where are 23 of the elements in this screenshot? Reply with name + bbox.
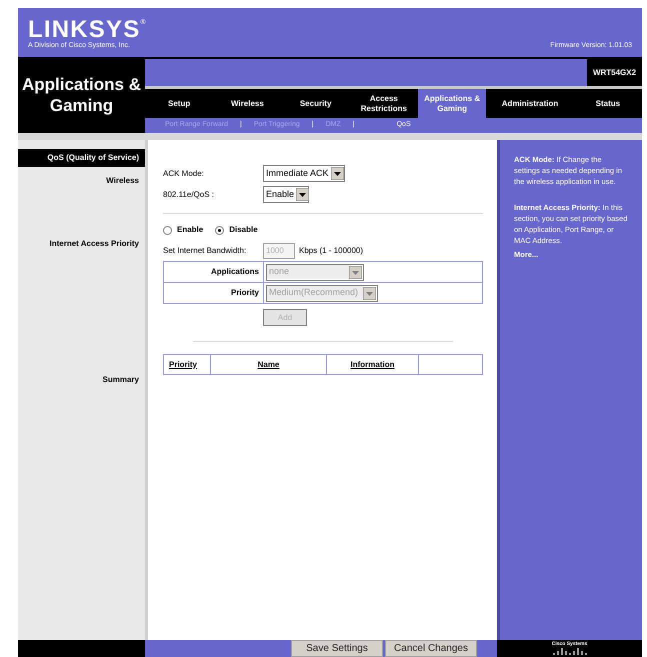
column-header: Priority — [164, 355, 211, 374]
action-button[interactable]: Cancel Changes — [385, 640, 477, 657]
radio-label: Disable — [229, 224, 258, 236]
column-header: Information — [327, 355, 419, 374]
section-title: Applications & Gaming — [20, 74, 142, 116]
ack-mode-select[interactable]: Immediate ACK — [263, 165, 345, 182]
field-label: Applications — [164, 262, 264, 282]
section-label: Summary — [102, 374, 140, 386]
field-label: ACK Mode: — [163, 168, 205, 180]
field-label: 802.11e/QoS : — [163, 188, 215, 200]
column-header: Name — [211, 355, 327, 374]
nav-tab[interactable]: Applications & Gaming — [418, 89, 486, 118]
page-heading: QoS (Quality of Service) — [18, 149, 145, 167]
logo: LINKSYS — [28, 18, 140, 42]
field-label: Set Internet Bandwidth: — [163, 244, 248, 256]
model-name: WRT54GX2 — [592, 66, 638, 78]
section-label: Wireless — [105, 175, 140, 187]
bandwidth-unit: Kbps (1 - 100000) — [299, 244, 364, 256]
radio-label: Enable — [177, 224, 204, 236]
action-button[interactable]: Save Settings — [291, 640, 383, 657]
field-label: Priority — [164, 283, 264, 303]
section-label: Internet Access Priority — [48, 238, 140, 250]
qos-select[interactable]: Enable — [263, 186, 309, 203]
